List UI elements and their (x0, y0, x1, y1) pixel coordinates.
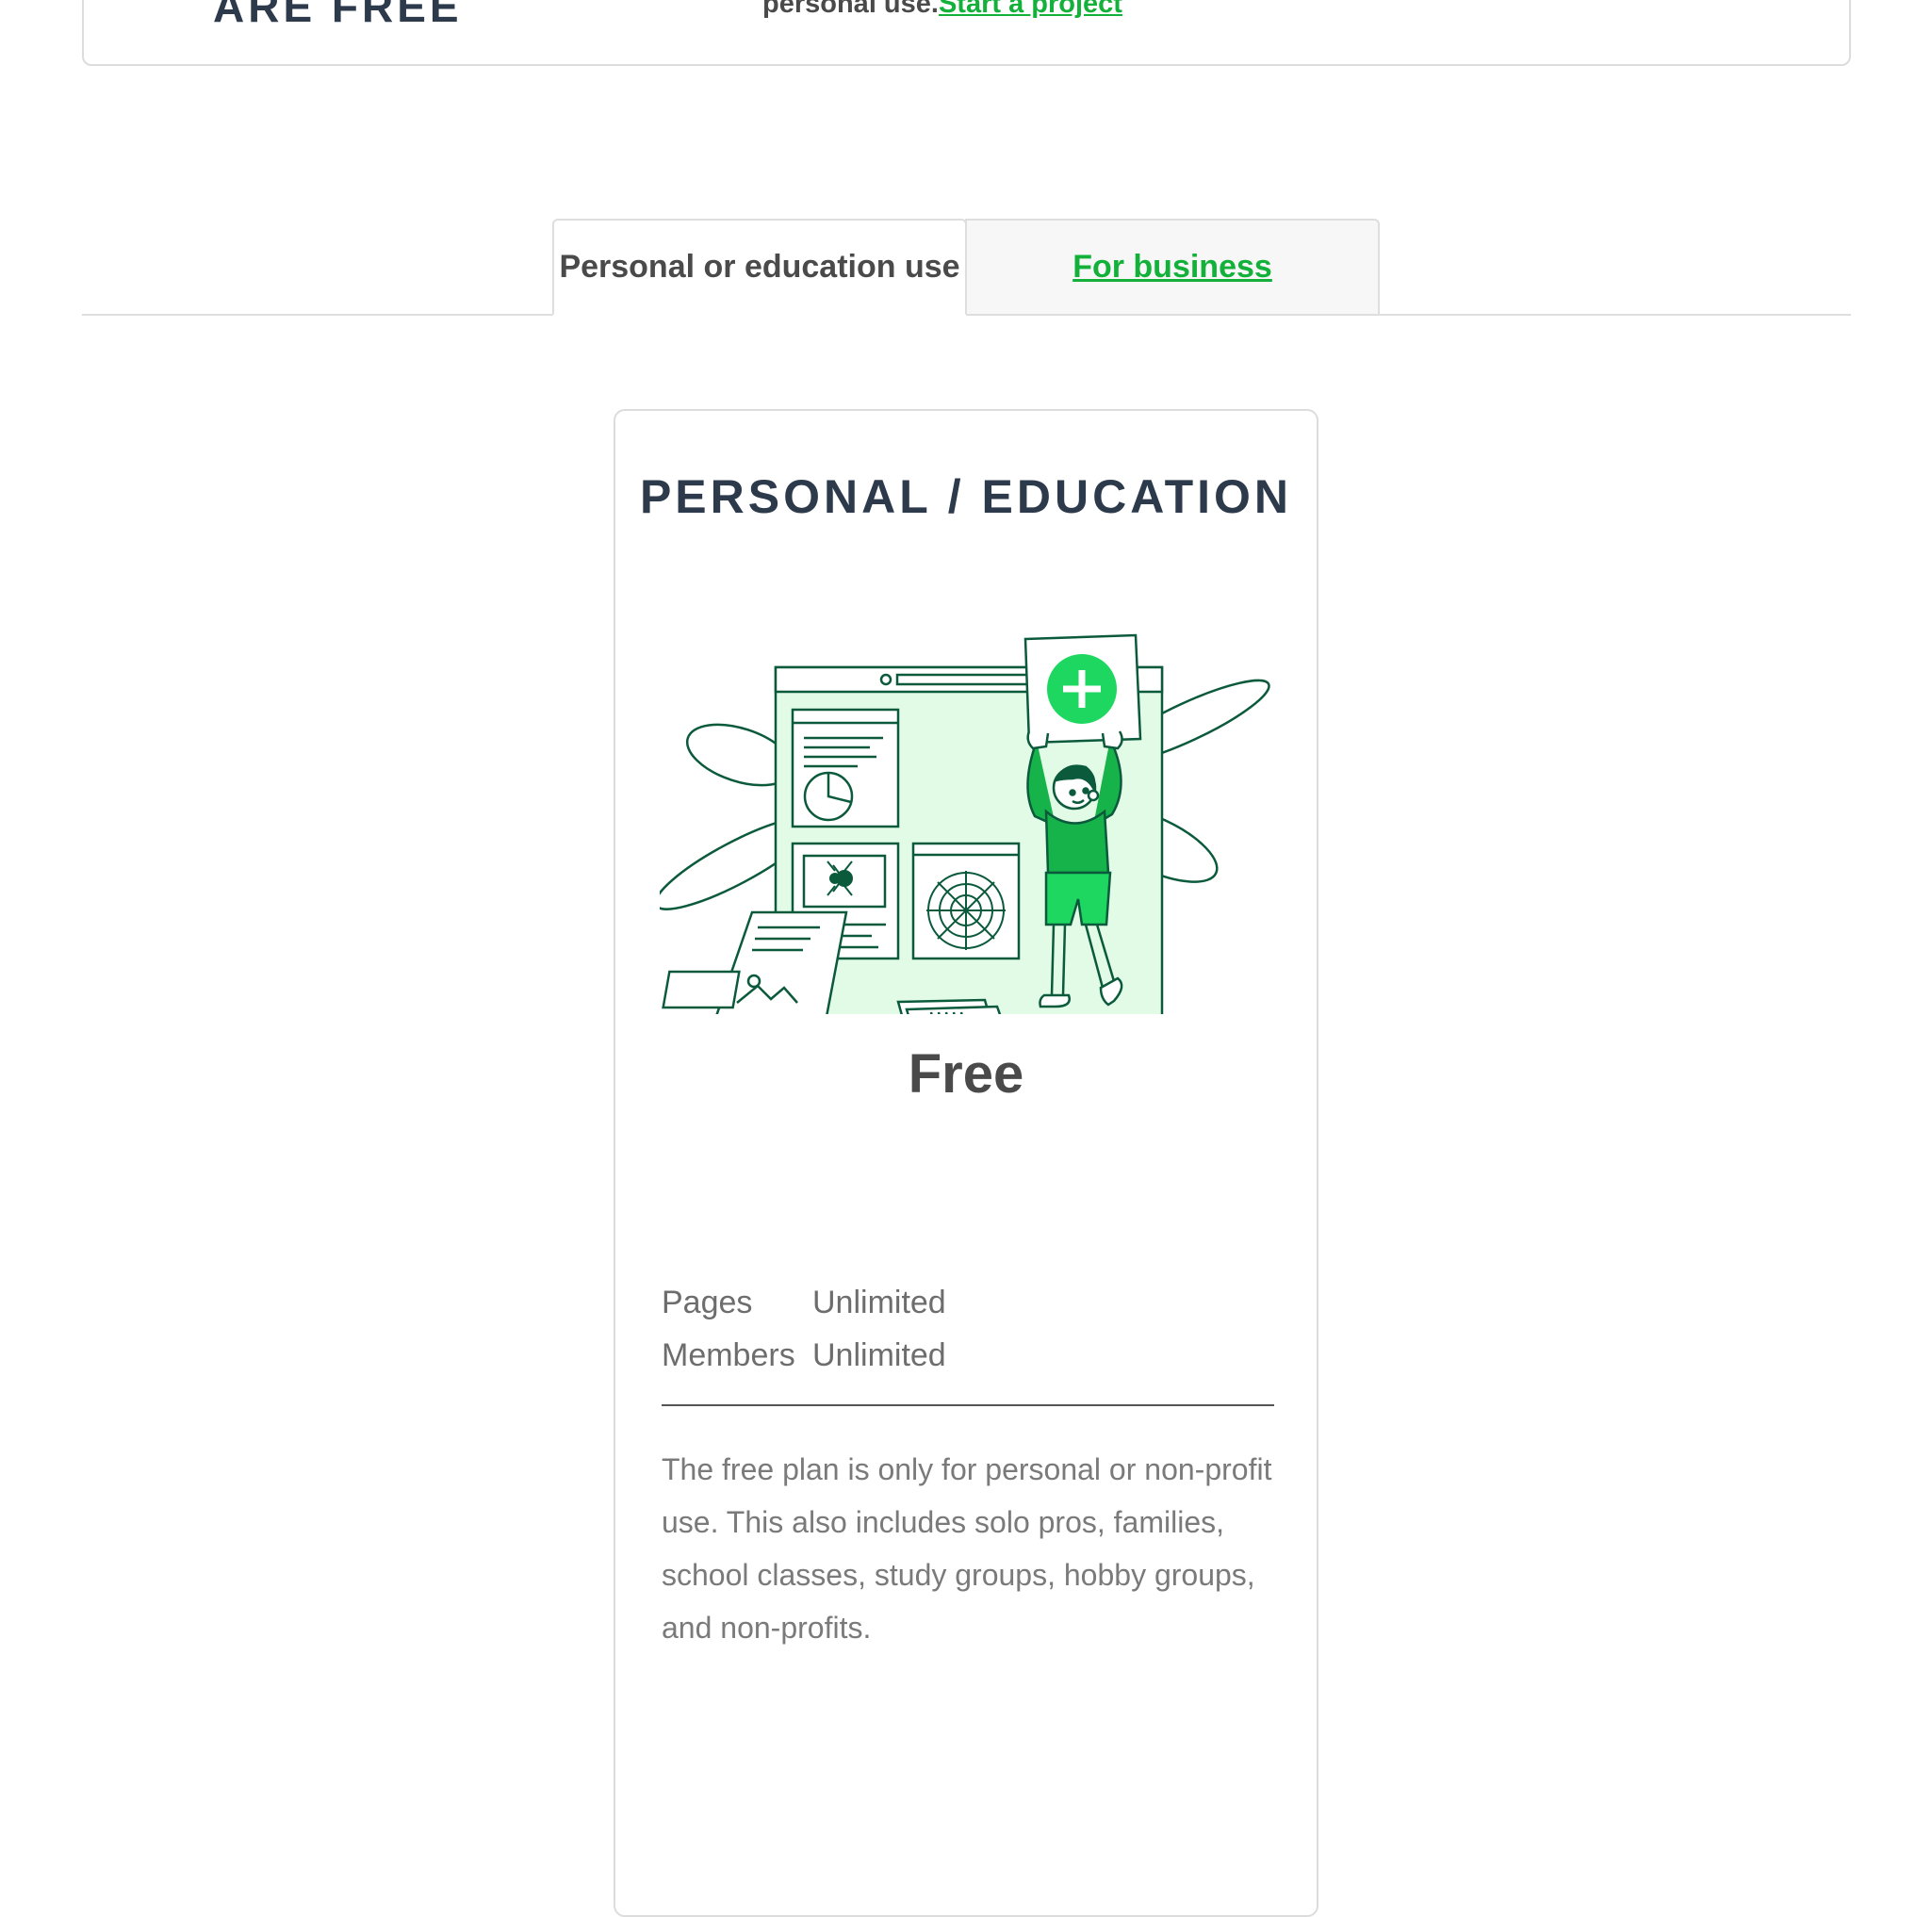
specs-divider (662, 1404, 1274, 1406)
banner-text: personal use.Start a project (762, 0, 1122, 20)
plan-card: PERSONAL / EDUCATION Free Pages Unlimite… (614, 409, 1318, 1917)
promo-banner: ARE FREE personal use.Start a project (82, 0, 1851, 66)
spec-label: Members (662, 1336, 795, 1373)
tab-for-business[interactable]: For business (965, 219, 1380, 316)
start-project-link[interactable]: Start a project (939, 0, 1122, 19)
spec-row-members: Members Unlimited (662, 1329, 1274, 1382)
spec-label: Pages (662, 1284, 753, 1320)
spec-value: Unlimited (812, 1336, 946, 1373)
tab-personal-education[interactable]: Personal or education use (552, 219, 967, 316)
plus-card (1023, 633, 1142, 750)
plan-price: Free (908, 1043, 1024, 1105)
spider-web-icon (926, 871, 1006, 950)
plan-title: PERSONAL / EDUCATION (639, 470, 1293, 523)
spec-value: Unlimited (812, 1284, 946, 1320)
plan-description: The free plan is only for personal or no… (662, 1452, 1272, 1645)
plan-illustration (660, 633, 1270, 1014)
spec-row-pages: Pages Unlimited (662, 1276, 1274, 1329)
banner-text-copy: personal use. (762, 0, 939, 19)
banner-heading: ARE FREE (213, 0, 463, 31)
plan-specs: Pages Unlimited Members Unlimited (662, 1276, 1274, 1382)
